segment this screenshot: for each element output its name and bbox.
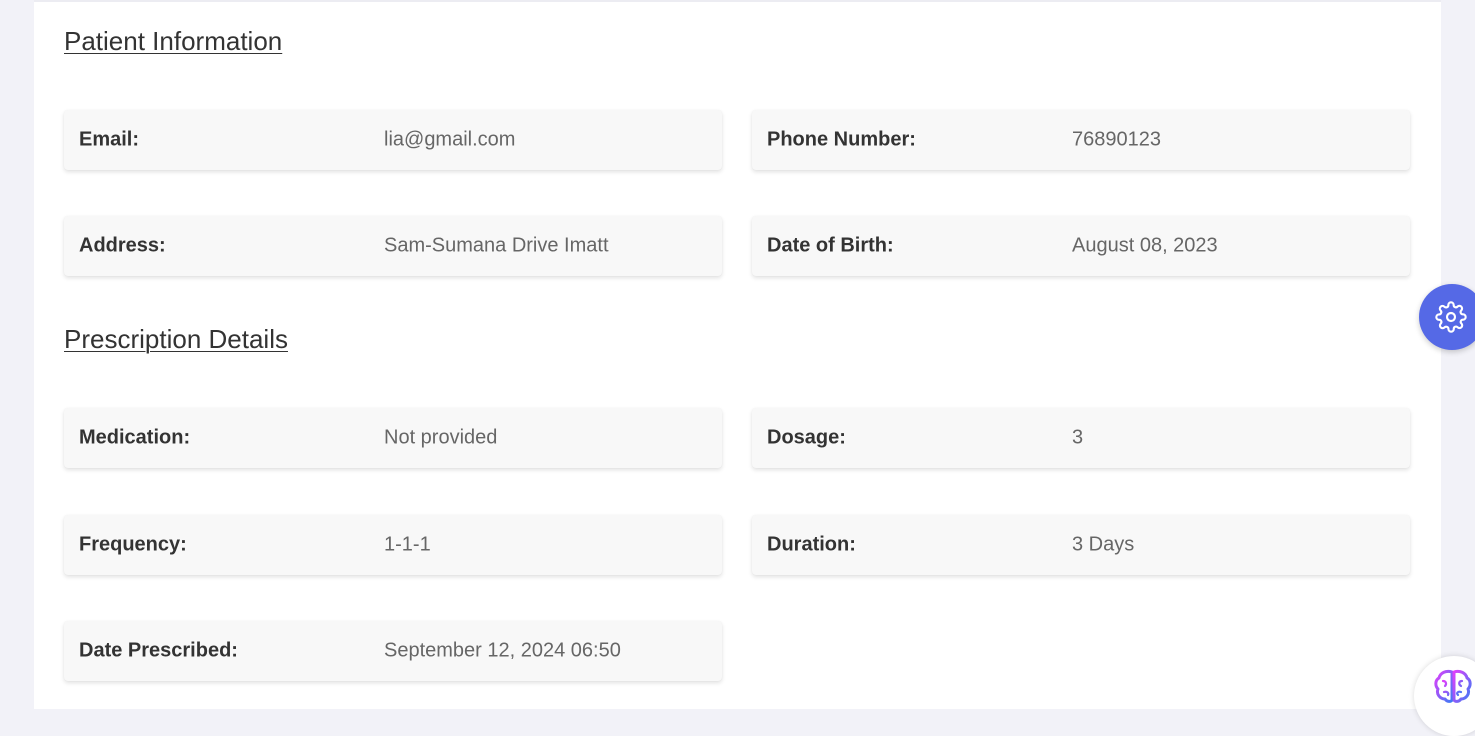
date-of-birth-field: Date of Birth: August 08, 2023	[752, 216, 1410, 276]
prescription-details-heading: Prescription Details	[64, 324, 288, 354]
dosage-label: Dosage:	[767, 426, 846, 449]
email-label: Email:	[79, 128, 140, 151]
address-field: Address: Sam-Sumana Drive Imatt	[64, 216, 722, 276]
phone-number-label: Phone Number:	[767, 128, 916, 151]
duration-value: 3 Days	[1072, 533, 1135, 556]
date-of-birth-label: Date of Birth:	[767, 234, 894, 257]
date-of-birth-value: August 08, 2023	[1072, 234, 1218, 257]
duration-field: Duration: 3 Days	[752, 515, 1410, 575]
phone-number-field: Phone Number: 76890123	[752, 110, 1410, 170]
date-prescribed-field: Date Prescribed: September 12, 2024 06:5…	[64, 621, 722, 681]
dosage-value: 3	[1072, 426, 1084, 449]
patient-detail-panel: Patient Information Email: lia@gmail.com…	[34, 0, 1441, 709]
email-value: lia@gmail.com	[384, 128, 516, 151]
date-prescribed-label: Date Prescribed:	[79, 639, 238, 662]
date-prescribed-value: September 12, 2024 06:50	[384, 639, 621, 662]
dosage-field: Dosage: 3	[752, 408, 1410, 468]
gear-icon	[1435, 301, 1467, 333]
frequency-label: Frequency:	[79, 533, 187, 556]
address-label: Address:	[79, 234, 166, 257]
frequency-value: 1-1-1	[384, 533, 431, 556]
brain-icon	[1434, 669, 1472, 703]
patient-information-heading: Patient Information	[64, 26, 283, 56]
duration-label: Duration:	[767, 533, 856, 556]
frequency-field: Frequency: 1-1-1	[64, 515, 722, 575]
phone-number-value: 76890123	[1072, 128, 1161, 151]
email-field: Email: lia@gmail.com	[64, 110, 722, 170]
medication-value: Not provided	[384, 426, 498, 449]
medication-label: Medication:	[79, 426, 191, 449]
address-value: Sam-Sumana Drive Imatt	[384, 234, 609, 257]
medication-field: Medication: Not provided	[64, 408, 722, 468]
